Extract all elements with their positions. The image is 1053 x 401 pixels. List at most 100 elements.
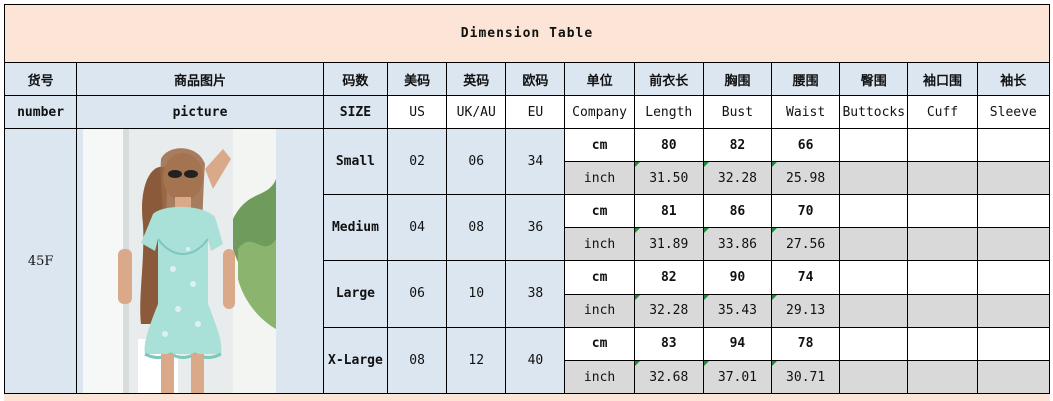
empty-cell bbox=[907, 326, 978, 362]
header-en-4: UK/AU bbox=[446, 95, 507, 129]
unit-inch: inch bbox=[564, 161, 635, 195]
bust-inch: 37.01 bbox=[702, 360, 773, 394]
dimension-table: Dimension Table 货号 商品图片 码数 美码 英码 欧码 单位 前衣长 胸围 腰围臀… bbox=[3, 4, 1051, 395]
header-cn-11: 袖口围 bbox=[907, 62, 978, 96]
header-cn-8: 胸围 bbox=[702, 62, 773, 96]
header-cn-3: 美码 bbox=[387, 62, 448, 96]
us-size: 08 bbox=[387, 326, 448, 395]
empty-cell bbox=[907, 260, 978, 295]
length-cm: 82 bbox=[633, 260, 704, 295]
empty-cell bbox=[976, 260, 1051, 295]
empty-cell bbox=[976, 193, 1051, 229]
product-picture bbox=[76, 128, 324, 394]
unit-inch: inch bbox=[564, 293, 635, 328]
unit-cm: cm bbox=[564, 326, 635, 362]
header-en-0: number bbox=[3, 95, 78, 129]
size-label: Medium bbox=[322, 193, 389, 262]
empty-cell bbox=[839, 260, 909, 295]
uk-size: 12 bbox=[446, 326, 507, 395]
header-en-2: SIZE bbox=[322, 95, 389, 129]
empty-cell bbox=[976, 326, 1051, 362]
waist-cm: 78 bbox=[771, 326, 841, 362]
header-en-9: Waist bbox=[771, 95, 841, 129]
header-en-12: Sleeve bbox=[976, 95, 1051, 129]
empty-cell bbox=[907, 193, 978, 229]
eu-size: 36 bbox=[505, 193, 566, 262]
length-inch: 31.89 bbox=[633, 227, 704, 262]
item-number: 45F bbox=[3, 128, 78, 394]
empty-cell bbox=[907, 360, 978, 394]
unit-inch: inch bbox=[564, 227, 635, 262]
waist-cm: 70 bbox=[771, 193, 841, 229]
uk-size: 08 bbox=[446, 193, 507, 262]
header-en-10: Buttocks bbox=[839, 95, 909, 129]
empty-cell bbox=[839, 227, 909, 262]
header-cn-6: 单位 bbox=[564, 62, 635, 96]
header-cn-2: 码数 bbox=[322, 62, 389, 96]
length-cm: 81 bbox=[633, 193, 704, 229]
unit-cm: cm bbox=[564, 260, 635, 295]
bust-inch: 35.43 bbox=[702, 293, 773, 328]
length-inch: 32.28 bbox=[633, 293, 704, 328]
header-cn-10: 臀围 bbox=[839, 62, 909, 96]
eu-size: 38 bbox=[505, 260, 566, 328]
waist-inch: 27.56 bbox=[771, 227, 841, 262]
empty-cell bbox=[976, 360, 1051, 394]
waist-cm: 74 bbox=[771, 260, 841, 295]
header-cn-9: 腰围 bbox=[771, 62, 841, 96]
empty-cell bbox=[907, 293, 978, 328]
us-size: 02 bbox=[387, 128, 448, 195]
table-title: Dimension Table bbox=[4, 4, 1050, 63]
bust-inch: 32.28 bbox=[702, 161, 773, 195]
header-en-6: Company bbox=[564, 95, 635, 129]
length-cm: 83 bbox=[633, 326, 704, 362]
size-label: Large bbox=[322, 260, 389, 328]
header-en-3: US bbox=[387, 95, 448, 129]
bust-cm: 86 bbox=[702, 193, 773, 229]
size-label: Small bbox=[322, 128, 389, 195]
header-cn-1: 商品图片 bbox=[76, 62, 324, 96]
empty-cell bbox=[976, 128, 1051, 162]
spreadsheet: Dimension Table 货号 商品图片 码数 美码 英码 欧码 单位 前衣长 胸围 腰围臀… bbox=[0, 0, 1053, 401]
waist-inch: 29.13 bbox=[771, 293, 841, 328]
header-en-7: Length bbox=[633, 95, 704, 129]
empty-cell bbox=[839, 293, 909, 328]
empty-cell bbox=[907, 128, 978, 162]
waist-inch: 30.71 bbox=[771, 360, 841, 394]
header-cn-12: 袖长 bbox=[976, 62, 1051, 96]
header-en-8: Bust bbox=[702, 95, 773, 129]
empty-cell bbox=[839, 360, 909, 394]
uk-size: 10 bbox=[446, 260, 507, 328]
empty-cell bbox=[839, 161, 909, 195]
length-inch: 32.68 bbox=[633, 360, 704, 394]
unit-cm: cm bbox=[564, 193, 635, 229]
us-size: 06 bbox=[387, 260, 448, 328]
empty-cell bbox=[839, 326, 909, 362]
empty-cell bbox=[839, 193, 909, 229]
header-en-1: picture bbox=[76, 95, 324, 129]
header-cn-7: 前衣长 bbox=[633, 62, 704, 96]
bust-cm: 94 bbox=[702, 326, 773, 362]
empty-cell bbox=[907, 161, 978, 195]
empty-cell bbox=[839, 128, 909, 162]
us-size: 04 bbox=[387, 193, 448, 262]
unit-inch: inch bbox=[564, 360, 635, 394]
empty-cell bbox=[976, 293, 1051, 328]
eu-size: 34 bbox=[505, 128, 566, 195]
header-en-11: Cuff bbox=[907, 95, 978, 129]
waist-cm: 66 bbox=[771, 128, 841, 162]
bust-inch: 33.86 bbox=[702, 227, 773, 262]
eu-size: 40 bbox=[505, 326, 566, 395]
empty-cell bbox=[976, 161, 1051, 195]
header-en-5: EU bbox=[505, 95, 566, 129]
header-cn-0: 货号 bbox=[3, 62, 78, 96]
uk-size: 06 bbox=[446, 128, 507, 195]
header-cn-4: 英码 bbox=[446, 62, 507, 96]
unit-cm: cm bbox=[564, 128, 635, 162]
empty-cell bbox=[976, 227, 1051, 262]
length-inch: 31.50 bbox=[633, 161, 704, 195]
empty-cell bbox=[907, 227, 978, 262]
size-label: X-Large bbox=[322, 326, 389, 395]
table-row: 45F Small 02 06 34 cm 80 82 66 bbox=[3, 128, 1051, 394]
waist-inch: 25.98 bbox=[771, 161, 841, 195]
